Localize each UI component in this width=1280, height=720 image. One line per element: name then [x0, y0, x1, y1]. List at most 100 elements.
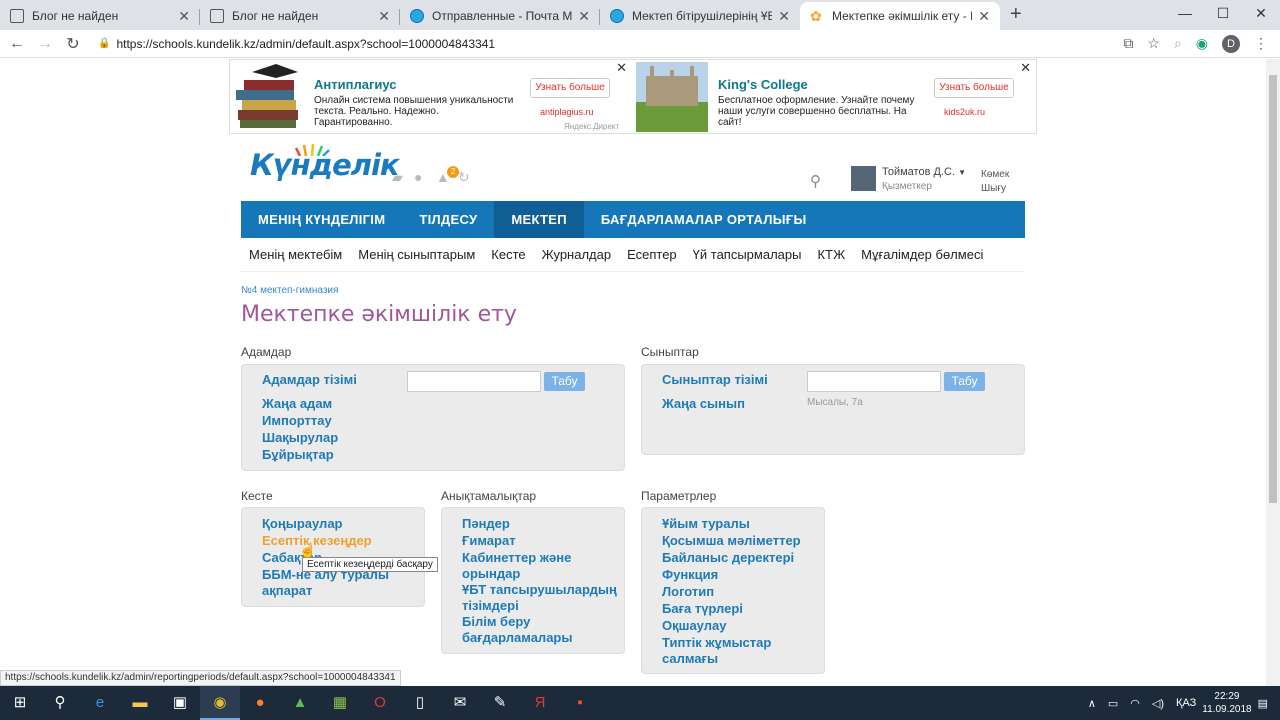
logo-link[interactable]: Логотип	[662, 584, 714, 600]
ubt-lists-link[interactable]: ҰБТ тапсырушылардың тізімдері	[462, 582, 622, 614]
user-name[interactable]: Тойматов Д.С. ▼	[882, 166, 966, 178]
people-search-button[interactable]: Табу	[544, 372, 585, 391]
store-icon[interactable]: ▣	[160, 686, 200, 720]
ad-kings-college[interactable]: King's College Бесплатное оформление. Уз…	[634, 60, 1037, 133]
function-link[interactable]: Функция	[662, 567, 718, 583]
browser-tab[interactable]: Мектеп бітірушілерінің ҰБТ-ға С ✕	[600, 2, 800, 30]
avatar[interactable]	[851, 166, 876, 191]
menu-dots-icon[interactable]: ⋮	[1254, 35, 1268, 52]
wifi-icon[interactable]: ◠	[1130, 697, 1140, 710]
new-person-link[interactable]: Жаңа адам	[262, 396, 332, 412]
translate-icon[interactable]: ⧉	[1123, 35, 1133, 52]
education-programs-link[interactable]: Білім беру бағдарламалары	[462, 614, 612, 646]
file-explorer-icon[interactable]: ▬	[120, 686, 160, 720]
maximize-icon[interactable]: ☐	[1204, 0, 1242, 28]
slides-icon[interactable]: ▪	[560, 686, 600, 720]
subnav-item[interactable]: Есептер	[619, 238, 685, 271]
subjects-link[interactable]: Пәндер	[462, 516, 510, 532]
classes-search-input[interactable]	[807, 371, 941, 392]
profile-avatar[interactable]: D	[1222, 34, 1240, 53]
subnav-item[interactable]: КТЖ	[809, 238, 853, 271]
browser-tab[interactable]: Блог не найден ✕	[0, 2, 200, 30]
firefox-icon[interactable]: ●	[240, 686, 280, 720]
url-field[interactable]: 🔒 https://schools.kundelik.kz/admin/defa…	[98, 37, 1109, 51]
subnav-item[interactable]: Журналдар	[534, 238, 619, 271]
search-icon[interactable]: ⚲	[810, 172, 821, 190]
extra-info-link[interactable]: Қосымша мәліметтер	[662, 533, 801, 549]
new-class-link[interactable]: Жаңа сынып	[662, 396, 745, 412]
bells-link[interactable]: Қоңыраулар	[262, 516, 343, 532]
chrome-icon[interactable]: ◉	[200, 686, 240, 720]
ad-domain[interactable]: antiplagius.ru	[540, 107, 594, 117]
ad-domain[interactable]: kids2uk.ru	[944, 107, 985, 117]
battery-icon[interactable]: ▭	[1108, 697, 1118, 710]
mail-icon[interactable]: ✉	[440, 686, 480, 720]
nav-apps[interactable]: БАҒДАРЛАМАЛАР ОРТАЛЫҒЫ	[584, 201, 824, 238]
scrollbar-thumb[interactable]	[1269, 75, 1277, 503]
close-icon[interactable]: ✕	[578, 8, 590, 25]
browser-tab[interactable]: Отправленные - Почта Mail.Ru ✕	[400, 2, 600, 30]
language-indicator[interactable]: ҚАЗ	[1176, 697, 1196, 709]
photos-icon[interactable]: ▲	[280, 686, 320, 720]
browser-tab-active[interactable]: ✿ Мектепке әкімшілік ету - Kunde ✕	[800, 2, 1000, 30]
logout-link[interactable]: Шығу	[981, 182, 1009, 196]
ad-close-icon[interactable]: ✕	[616, 60, 627, 76]
orders-link[interactable]: Бұйрықтар	[262, 447, 334, 463]
classes-search-button[interactable]: Табу	[944, 372, 985, 391]
ad-antiplagius[interactable]: Антиплагиус Онлайн система повышения уни…	[230, 60, 633, 133]
chevron-up-icon[interactable]: ∧	[1088, 697, 1096, 710]
subnav-item[interactable]: Үй тапсырмалары	[685, 238, 810, 271]
windows-start-icon[interactable]: ⊞	[0, 686, 40, 720]
close-icon[interactable]: ✕	[378, 8, 390, 25]
grammarly-icon[interactable]: ◉	[1196, 35, 1208, 52]
import-link[interactable]: Импорттау	[262, 413, 332, 429]
help-link[interactable]: Көмек	[981, 168, 1009, 182]
refresh-icon[interactable]: ↻	[458, 170, 474, 184]
people-list-link[interactable]: Адамдар тізімі	[262, 372, 357, 388]
people-search-input[interactable]	[407, 371, 541, 392]
localization-link[interactable]: Оқшаулау	[662, 618, 726, 634]
reporting-periods-link[interactable]: Есептік кезеңдер	[262, 533, 372, 549]
people-icon[interactable]: ●	[414, 170, 430, 184]
nav-school[interactable]: МЕКТЕП	[494, 201, 584, 238]
close-icon[interactable]: ✕	[778, 8, 790, 25]
invitations-link[interactable]: Шақырулар	[262, 430, 338, 446]
back-icon[interactable]: ←	[6, 35, 28, 53]
clock[interactable]: 22:29 11.09.2018	[1202, 690, 1251, 716]
search-icon[interactable]: ⚲	[40, 686, 80, 720]
classes-list-link[interactable]: Сыныптар тізімі	[662, 372, 768, 388]
document-icon[interactable]: ▯	[400, 686, 440, 720]
minimize-icon[interactable]: —	[1166, 0, 1204, 28]
close-icon[interactable]: ✕	[978, 8, 990, 25]
reload-icon[interactable]: ↻	[62, 34, 84, 54]
ad-learn-more-button[interactable]: Узнать больше	[530, 78, 610, 98]
building-link[interactable]: Ғимарат	[462, 533, 516, 549]
extension-icon[interactable]: ⌕	[1174, 35, 1182, 52]
nav-chat[interactable]: ТІЛДЕСУ	[402, 201, 494, 238]
yandex-icon[interactable]: Я	[520, 686, 560, 720]
subnav-item[interactable]: Менің сыныптарым	[350, 238, 483, 271]
subnav-item[interactable]: Кесте	[483, 238, 533, 271]
volume-icon[interactable]: ◁)	[1152, 697, 1164, 710]
forward-icon[interactable]: →	[34, 35, 56, 53]
new-tab-icon[interactable]: +	[1010, 3, 1022, 26]
subnav-item[interactable]: Мұғалімдер бөлмесі	[853, 238, 991, 271]
notification-center-icon[interactable]: ▤	[1258, 697, 1268, 710]
nav-my-diary[interactable]: МЕНІҢ КҮНДЕЛІГІМ	[241, 201, 402, 238]
site-logo[interactable]: Күнделік	[250, 148, 400, 182]
edge-icon[interactable]: e	[80, 686, 120, 720]
contacts-link[interactable]: Байланыс деректері	[662, 550, 794, 566]
scrollbar[interactable]	[1266, 59, 1280, 686]
opera-icon[interactable]: O	[360, 686, 400, 720]
close-icon[interactable]: ✕	[178, 8, 190, 25]
browser-tab[interactable]: Блог не найден ✕	[200, 2, 400, 30]
messages-icon[interactable]: ▰	[392, 170, 408, 184]
rooms-link[interactable]: Кабинеттер және орындар	[462, 550, 612, 582]
about-org-link[interactable]: Ұйым туралы	[662, 516, 750, 532]
tool-icon[interactable]: ✎	[480, 686, 520, 720]
notes-icon[interactable]: ▦	[320, 686, 360, 720]
ad-close-icon[interactable]: ✕	[1020, 60, 1031, 76]
subnav-item[interactable]: Менің мектебім	[241, 238, 350, 271]
close-window-icon[interactable]: ✕	[1242, 0, 1280, 28]
grade-types-link[interactable]: Баға түрлері	[662, 601, 743, 617]
